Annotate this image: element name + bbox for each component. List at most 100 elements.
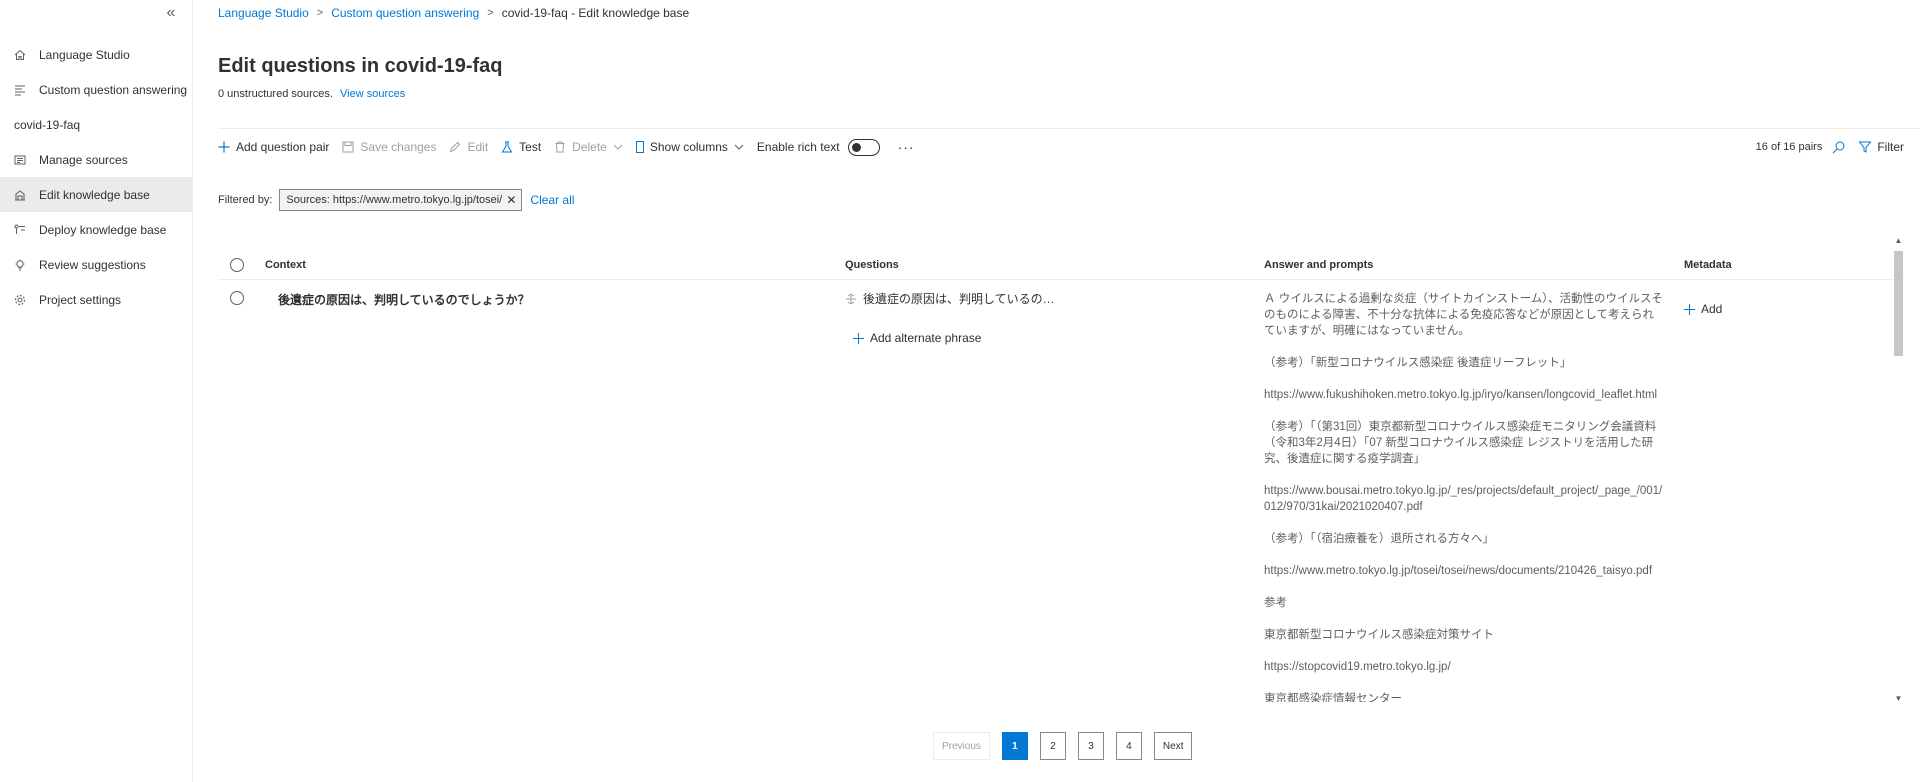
- column-header-context[interactable]: Context: [265, 250, 306, 280]
- sources-count-text: 0 unstructured sources.: [218, 88, 333, 100]
- previous-page-button[interactable]: Previous: [933, 732, 990, 760]
- show-columns-button[interactable]: Show columns: [635, 140, 744, 154]
- toggle-knob: [851, 142, 861, 152]
- clear-all-link[interactable]: Clear all: [530, 193, 574, 207]
- column-header-metadata[interactable]: Metadata: [1684, 250, 1732, 280]
- sidebar-project-name: covid-19-faq: [14, 117, 81, 132]
- metadata-cell: Add: [1684, 302, 1722, 316]
- pagination: Previous 1 2 3 4 Next: [933, 732, 1204, 760]
- chevron-down-icon: [613, 142, 623, 152]
- sidebar-item-label: Deploy knowledge base: [39, 222, 167, 237]
- gear-icon: [14, 294, 26, 306]
- search-button[interactable]: [1832, 141, 1845, 154]
- rich-text-toggle[interactable]: [847, 138, 880, 156]
- sidebar: « Language Studio Custom question answer…: [0, 0, 193, 782]
- test-label: Test: [519, 140, 542, 154]
- answer-paragraph: https://www.fukushihoken.metro.tokyo.lg.…: [1264, 389, 1658, 401]
- beaker-icon: [501, 141, 513, 153]
- sources-summary: 0 unstructured sources. View sources: [218, 88, 405, 100]
- sidebar-item-project-settings[interactable]: Project settings: [0, 282, 192, 317]
- sidebar-item-label: Review suggestions: [39, 257, 146, 272]
- knowledge-base-icon: [14, 189, 26, 201]
- answer-paragraph: （参考）「（第31回）東京都新型コロナウイルス感染症モニタリング会議資料（令和3…: [1264, 421, 1657, 465]
- select-all-radio[interactable]: [230, 258, 244, 272]
- more-options-button[interactable]: ···: [898, 139, 915, 155]
- drag-handle-icon[interactable]: [845, 293, 857, 304]
- view-sources-link[interactable]: View sources: [340, 88, 405, 100]
- column-header-answer[interactable]: Answer and prompts: [1264, 250, 1373, 280]
- scroll-up-icon[interactable]: ▲: [1893, 235, 1904, 247]
- page-button-3[interactable]: 3: [1077, 732, 1104, 760]
- save-icon: [342, 141, 354, 153]
- trash-icon: [554, 141, 566, 153]
- sources-icon: [14, 154, 26, 166]
- edit-button[interactable]: Edit: [449, 140, 488, 154]
- sidebar-item-label: Project settings: [39, 292, 122, 307]
- page-button-2[interactable]: 2: [1039, 732, 1066, 760]
- lightbulb-icon: [14, 259, 26, 271]
- columns-icon: [635, 141, 644, 153]
- answer-cell[interactable]: Ａ ウイルスによる過剰な炎症（サイトカインストーム）、活動性のウイルスそのものに…: [1264, 291, 1664, 702]
- sidebar-item-custom-question-answering[interactable]: Custom question answering: [0, 72, 192, 107]
- collapse-sidebar-button[interactable]: «: [160, 4, 182, 24]
- question-item[interactable]: 後遺症の原因は、判明しているの…: [845, 290, 1055, 307]
- show-columns-label: Show columns: [649, 140, 728, 154]
- add-question-pair-button[interactable]: Add question pair: [218, 140, 329, 154]
- sidebar-item-label: Manage sources: [39, 152, 128, 167]
- answer-paragraph: （参考）「新型コロナウイルス感染症 後遺症リーフレット」: [1264, 357, 1572, 369]
- scrollbar-thumb[interactable]: [1894, 251, 1903, 356]
- breadcrumb-language-studio[interactable]: Language Studio: [218, 6, 309, 20]
- close-icon[interactable]: ✕: [506, 193, 516, 207]
- toolbar: Add question pair Save changes Edit Test…: [218, 135, 1904, 159]
- add-alternate-phrase-label: Add alternate phrase: [870, 331, 982, 345]
- sidebar-item-deploy-knowledge-base[interactable]: Deploy knowledge base: [0, 212, 192, 247]
- enable-rich-text-label: Enable rich text: [756, 140, 840, 154]
- deploy-icon: [14, 224, 26, 236]
- filtered-by-label: Filtered by:: [218, 194, 273, 206]
- scroll-down-icon[interactable]: ▼: [1893, 693, 1904, 705]
- page-button-4[interactable]: 4: [1115, 732, 1142, 760]
- filter-chip-text: Sources: https://www.metro.tokyo.lg.jp/t…: [286, 194, 503, 206]
- sidebar-item-manage-sources[interactable]: Manage sources: [0, 142, 192, 177]
- save-changes-label: Save changes: [360, 140, 437, 154]
- answer-paragraph: https://www.metro.tokyo.lg.jp/tosei/tose…: [1264, 565, 1653, 577]
- sidebar-nav: Language Studio Custom question answerin…: [0, 37, 192, 317]
- questions-cell: 後遺症の原因は、判明しているの… Add alternate phrase: [845, 290, 1055, 345]
- next-page-button[interactable]: Next: [1153, 732, 1193, 760]
- plus-icon: [218, 141, 230, 153]
- plus-icon: [853, 332, 864, 344]
- pairs-count: 16 of 16 pairs: [1755, 141, 1823, 153]
- row-radio-cell: [230, 291, 244, 308]
- question-text: 後遺症の原因は、判明しているの…: [863, 292, 1055, 306]
- pencil-icon: [449, 141, 461, 153]
- add-question-pair-label: Add question pair: [236, 140, 330, 154]
- sidebar-item-label: Edit knowledge base: [39, 187, 150, 202]
- page-title: Edit questions in covid-19-faq: [218, 55, 503, 77]
- add-metadata-button[interactable]: Add: [1684, 302, 1722, 316]
- test-button[interactable]: Test: [501, 140, 541, 154]
- context-cell[interactable]: 後遺症の原因は、判明しているのでしょうか？: [278, 291, 530, 308]
- sidebar-item-language-studio[interactable]: Language Studio: [0, 37, 192, 72]
- filter-chip[interactable]: Sources: https://www.metro.tokyo.lg.jp/t…: [279, 189, 523, 211]
- plus-icon: [1684, 303, 1695, 315]
- delete-button[interactable]: Delete: [554, 140, 623, 154]
- sidebar-item-review-suggestions[interactable]: Review suggestions: [0, 247, 192, 282]
- filter-button[interactable]: Filter: [1859, 140, 1904, 154]
- sidebar-item-label: Custom question answering: [39, 82, 188, 97]
- add-alternate-phrase-button[interactable]: Add alternate phrase: [853, 331, 1055, 345]
- chevron-right-icon: >: [487, 7, 494, 19]
- edit-label: Edit: [467, 140, 489, 154]
- answer-paragraph: https://www.bousai.metro.tokyo.lg.jp/_re…: [1264, 485, 1663, 513]
- vertical-scrollbar[interactable]: ▲ ▼: [1893, 235, 1904, 705]
- breadcrumb-custom-question-answering[interactable]: Custom question answering: [331, 6, 479, 20]
- filter-row: Filtered by: Sources: https://www.metro.…: [218, 189, 574, 211]
- column-header-questions[interactable]: Questions: [845, 250, 899, 280]
- page-button-1[interactable]: 1: [1001, 732, 1028, 760]
- answer-paragraph: 東京都新型コロナウイルス感染症対策サイト: [1264, 629, 1494, 641]
- sidebar-item-edit-knowledge-base[interactable]: Edit knowledge base: [0, 177, 192, 212]
- filter-icon: [1859, 141, 1872, 153]
- row-select-radio[interactable]: [230, 291, 244, 305]
- chevron-down-icon: [734, 142, 744, 152]
- save-changes-button[interactable]: Save changes: [342, 140, 436, 154]
- list-icon: [14, 84, 26, 96]
